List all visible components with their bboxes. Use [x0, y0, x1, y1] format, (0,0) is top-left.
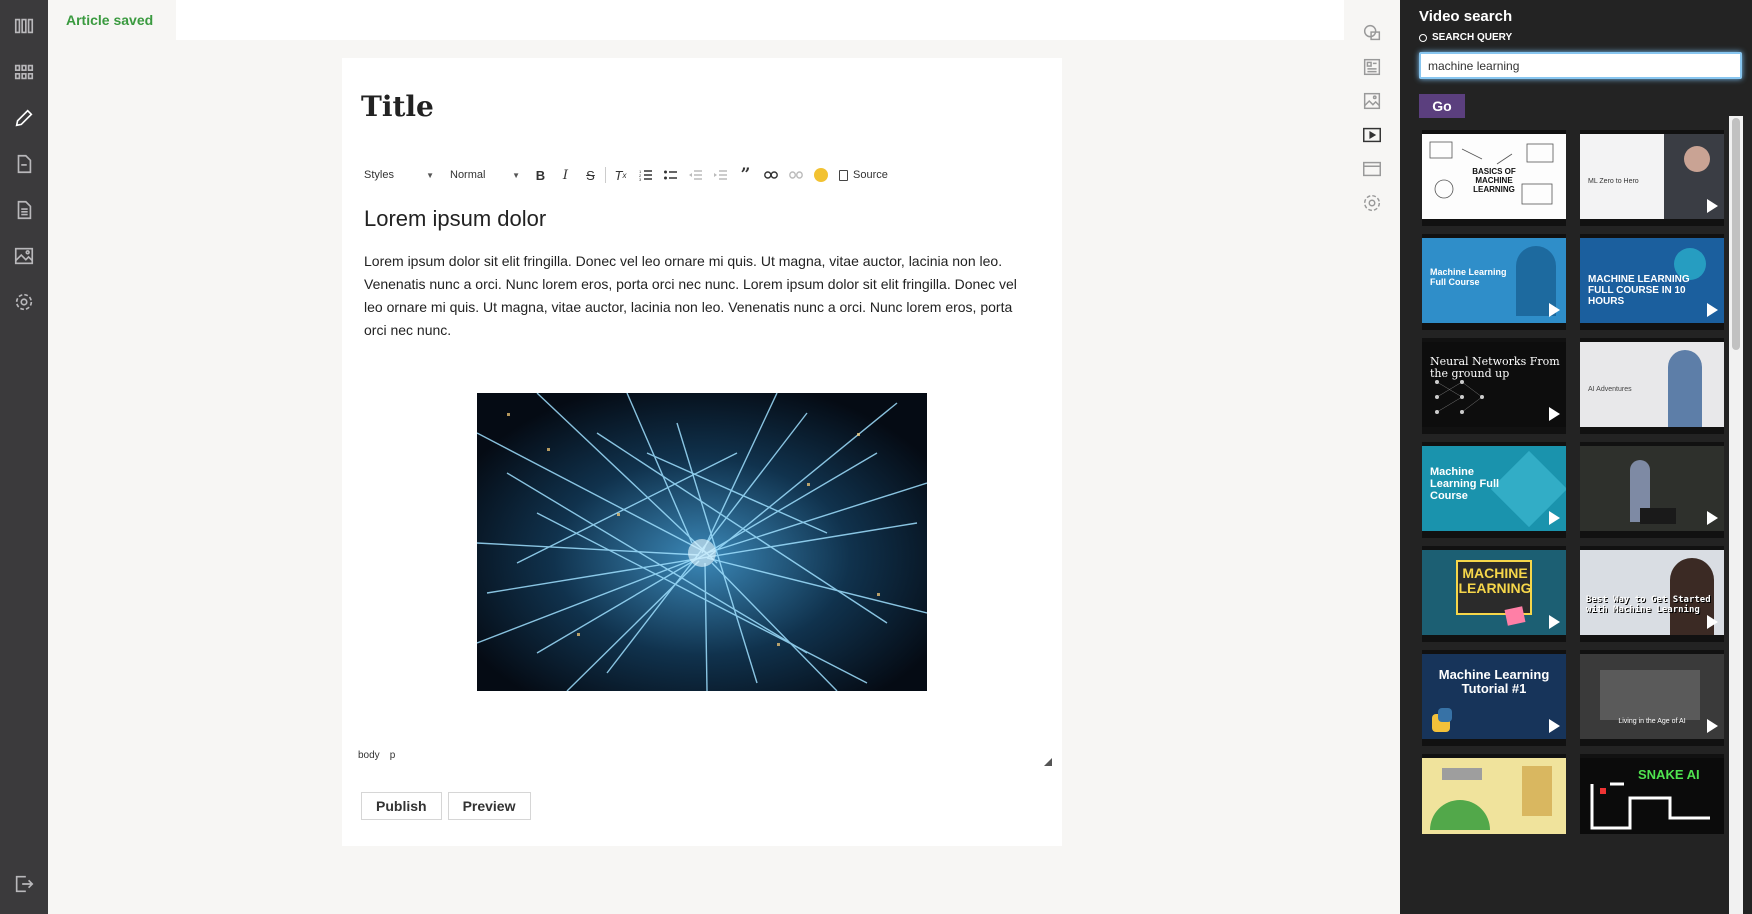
grid-icon[interactable]	[0, 56, 48, 88]
search-query-label: SEARCH QUERY	[1419, 32, 1512, 43]
bold-icon[interactable]: B	[528, 164, 553, 186]
left-nav	[0, 0, 48, 914]
source-button[interactable]: Source	[839, 169, 888, 181]
video-result[interactable]: ML Zero to Hero	[1580, 130, 1724, 226]
newspaper-icon[interactable]	[1344, 52, 1400, 82]
source-doc-icon	[839, 169, 848, 181]
bulleted-list-icon[interactable]	[658, 164, 683, 186]
right-tool-strip	[1344, 0, 1400, 914]
document-icon[interactable]	[0, 148, 48, 180]
video-result[interactable]: Best Way to Get Started with Machine Lea…	[1580, 546, 1724, 642]
article-title[interactable]: Title	[361, 90, 434, 123]
link-icon[interactable]	[758, 164, 783, 186]
caret-down-icon: ▼	[512, 170, 520, 180]
numbered-list-icon[interactable]: 123	[633, 164, 658, 186]
video-title: Best Way to Get Started with Machine Lea…	[1586, 595, 1711, 615]
video-result[interactable]: BASICS OF MACHINE LEARNING	[1422, 130, 1566, 226]
path-p[interactable]: p	[390, 750, 396, 761]
video-result[interactable]: Machine Learning Full Course	[1422, 442, 1566, 538]
video-result[interactable]: SNAKE AI	[1580, 754, 1724, 834]
network-lights-image[interactable]	[477, 393, 927, 691]
remove-format-icon[interactable]: Tx	[608, 164, 633, 186]
video-result[interactable]: Living in the Age of AI	[1580, 650, 1724, 746]
unlink-icon[interactable]	[783, 164, 808, 186]
gear-icon[interactable]	[0, 286, 48, 318]
panel-title: Video search	[1419, 8, 1513, 25]
video-title: Living in the Age of AI	[1618, 718, 1686, 725]
browser-icon[interactable]	[1344, 154, 1400, 184]
video-result[interactable]: MACHINE LEARNING FULL COURSE IN 10 HOURS	[1580, 234, 1724, 330]
color-dot-icon[interactable]	[808, 164, 833, 186]
element-path: body p	[358, 750, 395, 761]
video-title: Neural Networks From the ground up	[1430, 355, 1560, 381]
video-result[interactable]: Machine Learning Tutorial #1	[1422, 650, 1566, 746]
action-buttons: Publish Preview	[361, 792, 531, 820]
article-icon[interactable]	[0, 194, 48, 226]
indent-icon[interactable]	[708, 164, 733, 186]
top-bar	[176, 0, 1344, 40]
video-title: Machine Learning Full Course	[1430, 466, 1500, 503]
image-icon[interactable]	[1344, 86, 1400, 116]
results-scrollbar[interactable]	[1729, 116, 1743, 914]
preview-button[interactable]: Preview	[447, 792, 531, 820]
editor-card: Title Styles ▼ Normal ▼ B I S Tx 123 ” S…	[342, 58, 1062, 846]
columns-icon[interactable]	[0, 10, 48, 42]
comments-icon[interactable]	[1344, 18, 1400, 48]
video-result[interactable]: AI Adventures	[1580, 338, 1724, 434]
video-icon[interactable]	[1344, 120, 1400, 150]
video-title: Machine Learning Tutorial #1	[1438, 667, 1550, 697]
styles-dropdown[interactable]: Styles ▼	[364, 169, 434, 181]
video-title: MACHINE LEARNING FULL COURSE IN 10 HOURS	[1588, 274, 1690, 307]
publish-button[interactable]: Publish	[361, 792, 442, 820]
content-paragraph[interactable]: Lorem ipsum dolor sit elit fringilla. Do…	[364, 250, 1034, 342]
content-heading[interactable]: Lorem ipsum dolor	[364, 206, 546, 232]
pencil-icon[interactable]	[0, 102, 48, 134]
gear-icon[interactable]	[1344, 188, 1400, 218]
strikethrough-icon[interactable]: S	[578, 164, 603, 186]
video-title: ML Zero to Hero	[1588, 178, 1639, 185]
svg-text:3: 3	[639, 177, 642, 181]
caret-down-icon: ▼	[426, 170, 434, 180]
editor-toolbar: Styles ▼ Normal ▼ B I S Tx 123 ” Source	[364, 162, 964, 188]
resize-handle-icon[interactable]	[1044, 758, 1052, 766]
format-dropdown[interactable]: Normal ▼	[450, 169, 520, 181]
search-icon	[1419, 33, 1427, 42]
video-result[interactable]	[1580, 442, 1724, 538]
go-button[interactable]: Go	[1419, 94, 1465, 118]
video-title: MACHINE LEARNING	[1458, 565, 1532, 597]
video-result[interactable]: Neural Networks From the ground up	[1422, 338, 1566, 434]
video-result[interactable]: MACHINE LEARNING	[1422, 546, 1566, 642]
save-status: Article saved	[48, 0, 176, 40]
video-title: AI Adventures	[1588, 386, 1632, 393]
image-icon[interactable]	[0, 240, 48, 272]
scrollbar-thumb[interactable]	[1732, 118, 1740, 350]
video-title: BASICS OF MACHINE LEARNING	[1472, 167, 1516, 194]
path-body[interactable]: body	[358, 750, 380, 761]
video-search-panel: Video search SEARCH QUERY Go BASICS OF M…	[1400, 0, 1752, 914]
video-title: Machine Learning Full Course	[1430, 267, 1507, 287]
outdent-icon[interactable]	[683, 164, 708, 186]
saved-label: Article saved	[66, 12, 154, 28]
logout-icon[interactable]	[0, 868, 48, 900]
search-input[interactable]	[1419, 52, 1742, 79]
blockquote-icon[interactable]: ”	[733, 164, 758, 186]
toolbar-separator	[605, 167, 606, 183]
italic-icon[interactable]: I	[553, 164, 578, 186]
video-result[interactable]: Machine Learning Full Course	[1422, 234, 1566, 330]
video-result[interactable]	[1422, 754, 1566, 834]
